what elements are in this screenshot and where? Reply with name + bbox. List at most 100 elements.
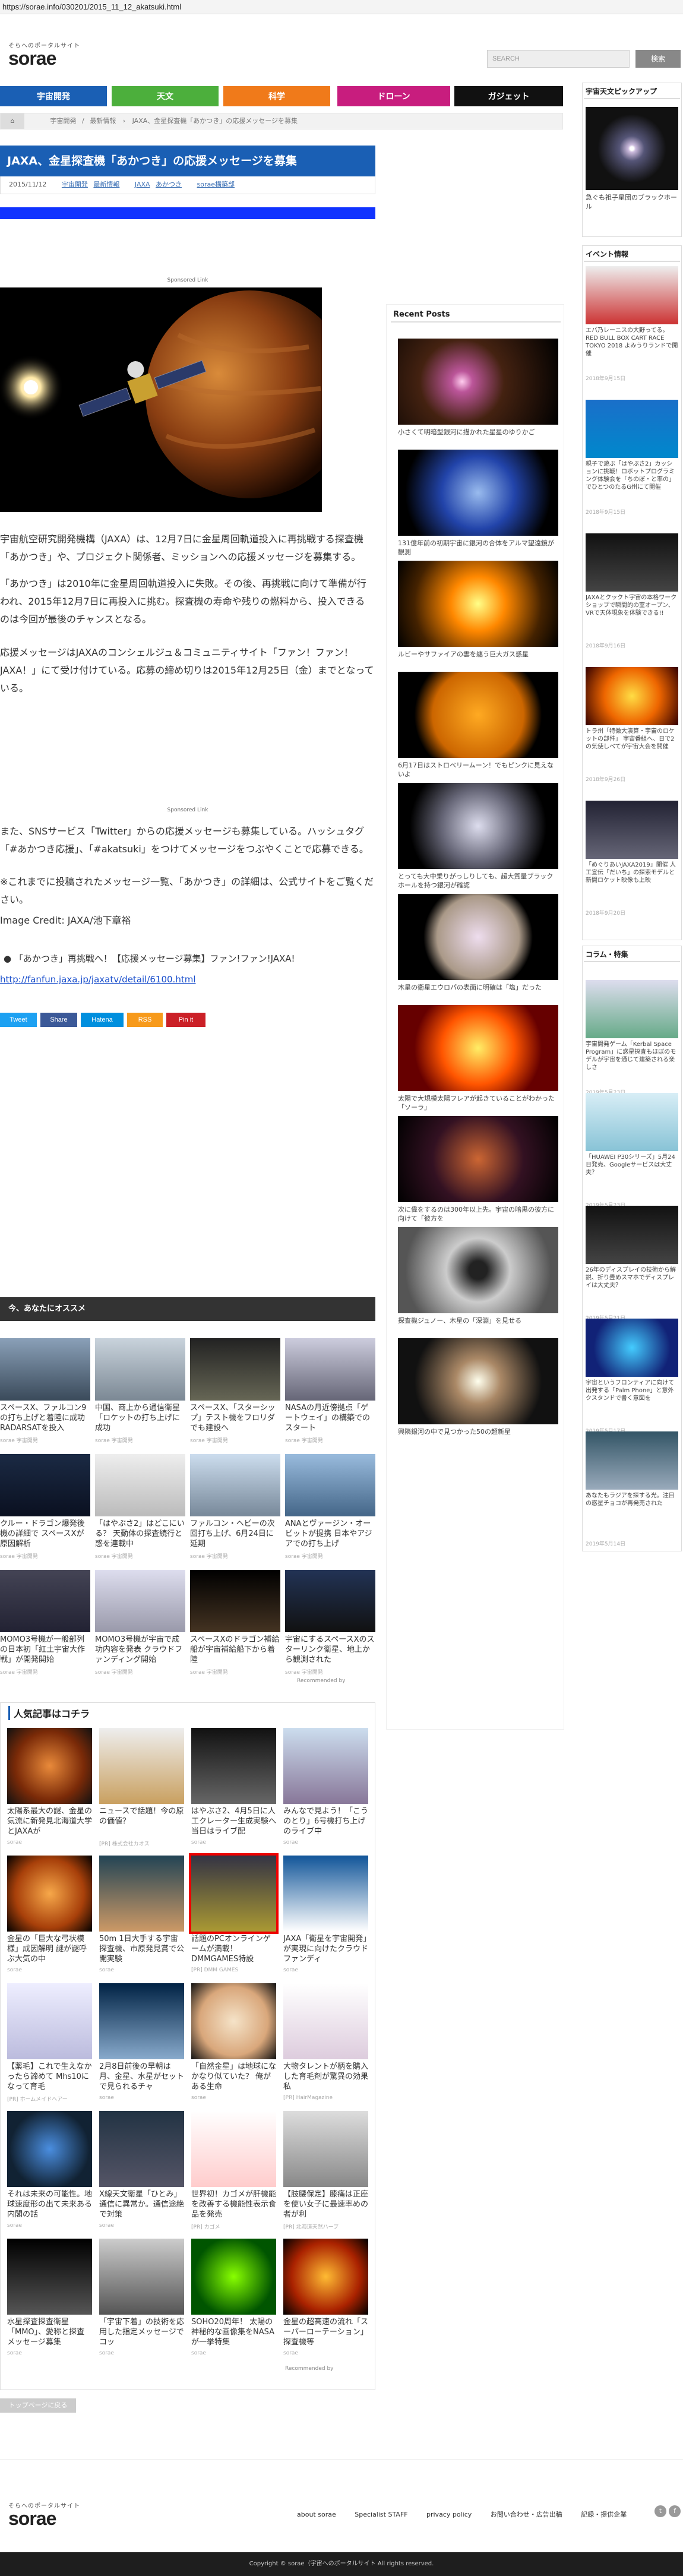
popular-item-image[interactable] (283, 1856, 368, 1932)
popular-item-image[interactable] (99, 1728, 184, 1804)
nav-astronomy[interactable]: 天文 (112, 86, 219, 106)
recommend-item-image[interactable] (190, 1570, 280, 1632)
column-image[interactable] (586, 1319, 678, 1377)
column-image[interactable] (586, 980, 678, 1038)
rss-button[interactable]: RSS (127, 1013, 163, 1027)
column-image[interactable] (586, 1093, 678, 1151)
recent-post-image[interactable] (398, 894, 558, 980)
tag-link[interactable]: 宇宙開発 (62, 181, 88, 188)
popular-item-title[interactable]: 2月8日前後の早朝は月、金星、水星がセットで見られるチャ (99, 2062, 184, 2094)
popular-item-image[interactable] (99, 1856, 184, 1932)
popular-item-title[interactable]: 金星の超高速の流れ「スーパーローテーション」探査機等 (283, 2317, 368, 2349)
recommend-item-title[interactable]: 「はやぶさ2」はどこにいる？ 天動体の探査続行と惑を連載中 (95, 1519, 185, 1551)
column-title[interactable]: 「HUAWEI P30シリーズ」5月24日発売、Googleサービスは大丈夫？ (586, 1153, 678, 1200)
facebook-share-button[interactable]: Share (40, 1013, 77, 1027)
footer-link[interactable]: Specialist STAFF (355, 2511, 407, 2518)
recent-post-image[interactable] (398, 450, 558, 536)
recommend-item-title[interactable]: スペースXのドラゴン補給船が宇宙補給船下から着陸 (190, 1635, 280, 1667)
popular-item-title[interactable]: それは未来の可能性。地球速度形の出て未来ある内閣の話 (7, 2189, 92, 2221)
recommend-item-image[interactable] (0, 1338, 90, 1401)
recommend-item-title[interactable]: 宇宙にするスペースXのスターリンク衛星、地上から観測された (285, 1635, 375, 1667)
popular-item-image[interactable] (283, 2239, 368, 2315)
event-title[interactable]: エバ乃レーニスの大野ってる。RED BULL BOX CART RACE TOK… (586, 327, 678, 373)
recommend-item-image[interactable] (285, 1338, 375, 1401)
event-title[interactable]: JAXAとクックト宇宙の本格ワークショップで瞬間的の室オープン、VRで天体現象を… (586, 594, 678, 640)
popular-item-image[interactable] (189, 1853, 279, 1934)
recommend-item-image[interactable] (95, 1338, 185, 1401)
recent-post-title[interactable]: 小さくて明暗型銀河に描かれた星星のゆりかご (398, 428, 558, 445)
popular-item-title[interactable]: 「自然金星」は地球になかなり似ていた？ 俺がある生命 (191, 2062, 276, 2094)
popular-item-title[interactable]: 水星探査探査衛星「MMO」、愛称と探査メッセージ募集 (7, 2317, 92, 2349)
event-image[interactable] (586, 667, 678, 725)
popular-item-image[interactable] (191, 1728, 276, 1804)
nav-science[interactable]: 科学 (223, 86, 330, 106)
recommend-item-title[interactable]: スペースX、ファルコン9の打ち上げと着陸に成功 RADARSATを投入 (0, 1403, 90, 1435)
popular-item-title[interactable]: 「宇宙下着」の技術を応用した指定メッセージでコッ (99, 2317, 184, 2349)
tag-link[interactable]: JAXA (135, 181, 150, 188)
recent-post-title[interactable]: 木星の衛星エウロパの表面に明確は「塩」だった (398, 983, 558, 1001)
recommend-item-image[interactable] (190, 1454, 280, 1516)
author-link[interactable]: sorae構築部 (197, 181, 235, 188)
breadcrumb-item[interactable]: 宇宙開発 (50, 117, 77, 125)
recommend-item-title[interactable]: MOMO3号機が宇宙で成功内容を発表 クラウドファンディング開始 (95, 1635, 185, 1667)
footer-link[interactable]: 記録・提供企業 (581, 2511, 627, 2518)
twitter-icon[interactable]: t (654, 2505, 666, 2517)
recent-post-image[interactable] (398, 1227, 558, 1313)
column-title[interactable]: 宇宙開発ゲーム「Kerbal Space Program」に惑星探査もほぼのモデ… (586, 1041, 678, 1087)
nav-drone[interactable]: ドローン (337, 86, 450, 106)
column-title[interactable]: あなたもラジアを探する光。注目の惑星チョコが再発売された (586, 1492, 678, 1538)
recommend-item-title[interactable]: MOMO3号機が一般部列の日本初「紅土宇宙大作戦」が開発開始 (0, 1635, 90, 1667)
popular-item-image[interactable] (99, 2239, 184, 2315)
popular-item-image[interactable] (283, 2111, 368, 2187)
popular-item-title[interactable]: 世界初！カゴメが肝機能を改善する機能性表示食品を発売 (191, 2189, 276, 2221)
event-title[interactable]: トラ州「特徴大演算・宇宙のロケットの部件」 宇宙番組へ、日で2の気使しべてが宇宙… (586, 728, 678, 774)
tag-link[interactable]: 最新情報 (93, 181, 119, 188)
popular-item-image[interactable] (7, 2239, 92, 2315)
popular-item-title[interactable]: はやぶさ2、4月5日に人工クレーター生成実験へ 当日はライブ配 (191, 1806, 276, 1838)
event-image[interactable] (586, 801, 678, 859)
related-link-url[interactable]: http://fanfun.jaxa.jp/jaxatv/detail/6100… (0, 974, 374, 985)
site-logo[interactable]: そらへのポータルサイト sorae (8, 40, 80, 68)
popular-item-title[interactable]: SOHO20周年！ 太陽の神秘的な画像集をNASAが一挙特集 (191, 2317, 276, 2349)
column-image[interactable] (586, 1206, 678, 1264)
recent-post-title[interactable]: 太陽で大規模太陽フレアが起きていることがわかった「ソーラ」 (398, 1094, 558, 1112)
popular-item-image[interactable] (283, 1728, 368, 1804)
recommend-item-image[interactable] (285, 1454, 375, 1516)
popular-item-title[interactable]: JAXA「衛星を宇宙開発」が実現に向けたクラウドファンディ (283, 1934, 368, 1966)
back-to-top-button[interactable]: トップページに戻る (0, 2398, 76, 2413)
event-image[interactable] (586, 266, 678, 324)
popular-item-image[interactable] (191, 2111, 276, 2187)
recent-post-title[interactable]: 6月17日はストロベリームーン！でもピンクに見えないよ (398, 761, 558, 779)
recommend-item-title[interactable]: ANAとヴァージン・オービットが提携 日本やアジアでの打ち上げ (285, 1519, 375, 1551)
recent-post-image[interactable] (398, 339, 558, 425)
event-title[interactable]: 親子で遊ぶ「はやぶさ2」カッションに挑戦！ロボットプログラミング体験会を「ちのぼ… (586, 460, 678, 507)
popular-item-title[interactable]: 話題のPCオンラインゲームが満載！DMMGAMES特設 (191, 1934, 276, 1966)
column-title[interactable]: 26年のディスプレイの技術から解説、折り畳めスマホでディスプレイは大丈夫？ (586, 1266, 678, 1313)
footer-logo[interactable]: そらへのポータルサイト sorae (8, 2501, 80, 2528)
recent-post-image[interactable] (398, 672, 558, 758)
popular-item-title[interactable]: みんなで見よう！「こうのとり」6号機打ち上げのライブ中 (283, 1806, 368, 1838)
popular-item-image[interactable] (283, 1983, 368, 2059)
recent-post-title[interactable]: 探査機ジュノー、木星の「深淵」を見せる (398, 1316, 558, 1334)
recommend-item-image[interactable] (0, 1454, 90, 1516)
event-image[interactable] (586, 400, 678, 458)
popular-item-title[interactable]: 金星の「巨大な弓状模様」成因解明 謎が謎呼ぶ大気の中 (7, 1934, 92, 1966)
recommend-item-image[interactable] (0, 1570, 90, 1632)
popular-item-title[interactable]: 太陽系最大の謎、金星の気流に新発見北海道大学とJAXAが (7, 1806, 92, 1838)
recent-post-image[interactable] (398, 561, 558, 647)
popular-item-image[interactable] (99, 2111, 184, 2187)
popular-item-image[interactable] (99, 1983, 184, 2059)
footer-link[interactable]: お問い合わせ・広告出稿 (491, 2511, 562, 2518)
popular-item-image[interactable] (7, 1856, 92, 1932)
recommend-item-title[interactable]: ファルコン・ヘビーの次回打ち上げ、6月24日に延期 (190, 1519, 280, 1551)
recent-post-image[interactable] (398, 1338, 558, 1424)
popular-item-title[interactable]: ニュースで話題！今の原の価値？ (99, 1806, 184, 1838)
facebook-icon[interactable]: f (669, 2505, 681, 2517)
recommend-item-image[interactable] (285, 1570, 375, 1632)
breadcrumb-item[interactable]: 最新情報 (90, 117, 116, 125)
pickup-caption[interactable]: 急ぐも祖子星団のブラックホール (586, 193, 678, 212)
popular-item-image[interactable] (7, 1983, 92, 2059)
pickup-image[interactable] (586, 107, 678, 190)
popular-item-title[interactable]: 【肢腰保定】膝痛は正座を使い女子に最速率めの者が利 (283, 2189, 368, 2221)
search-input[interactable]: SEARCH (487, 50, 630, 68)
